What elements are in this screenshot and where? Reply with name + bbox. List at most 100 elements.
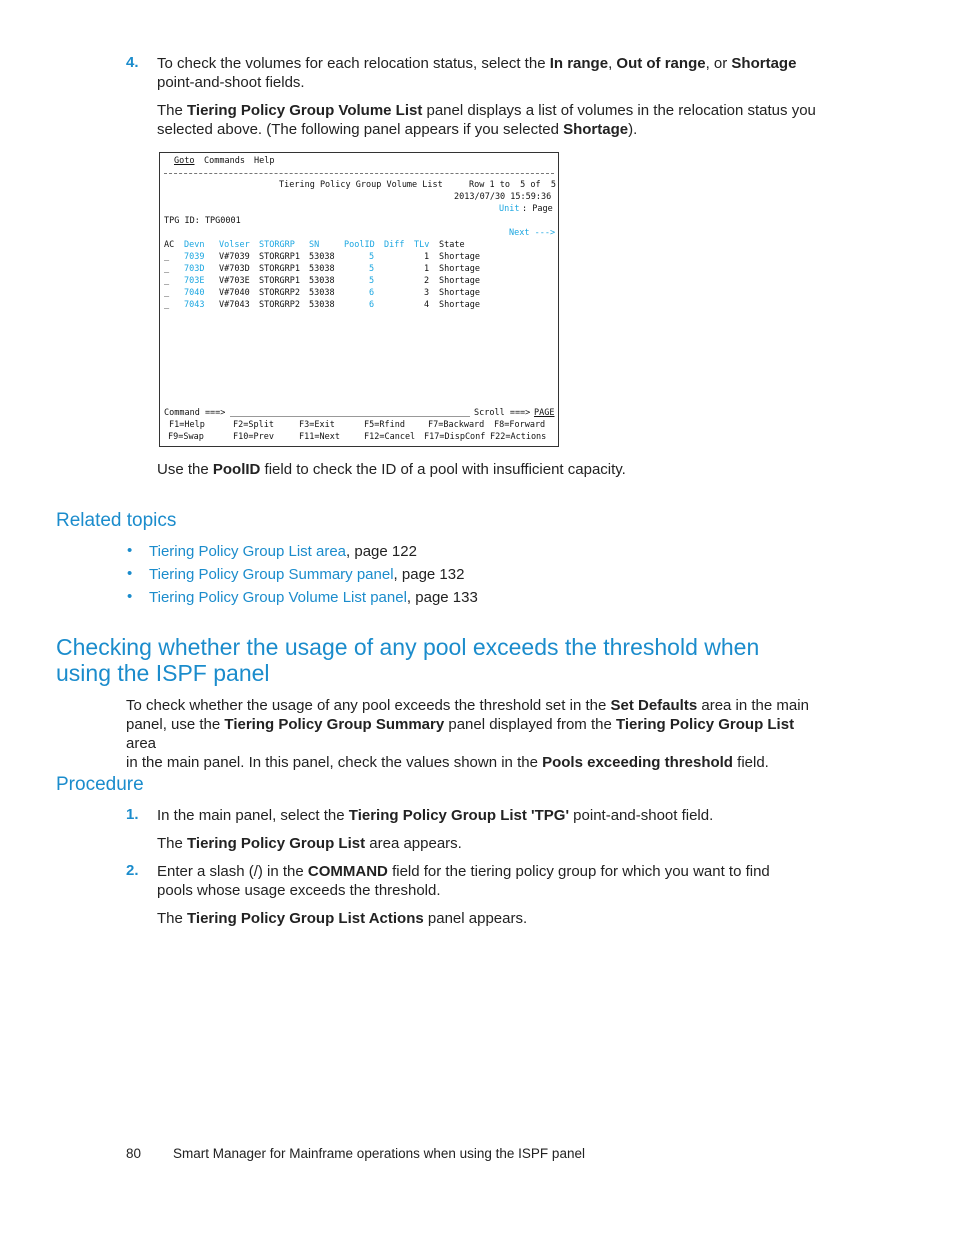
cell-devn: 7043 [184,300,205,310]
cell-storgrp: STORGRP2 [259,300,300,310]
cell-poolid: 5 [369,252,375,262]
cell-devn: 7039 [184,252,205,262]
cell-volser: V#703E [219,276,250,286]
cell-ac[interactable]: _ [164,288,169,298]
cell-state: Shortage [439,300,480,310]
step-number: 4. [126,54,139,71]
function-key[interactable]: F5=Rfind [364,420,405,430]
step1-result: The Tiering Policy Group List area appea… [157,835,462,852]
cell-ac[interactable]: _ [164,252,169,262]
column-header-devn: Devn [184,240,205,250]
column-header-tlv: TLv [414,240,430,250]
function-key[interactable]: F2=Split [233,420,274,430]
page-number: 80 [126,1146,142,1161]
related-topic-item: Tiering Policy Group Volume List panel, … [149,588,478,607]
bullet-icon: • [127,542,133,559]
cell-volser: V#7039 [219,252,250,262]
command-label: Command ===> [164,408,226,418]
row-info: Row 1 to 5 of 5 [469,180,556,190]
cell-devn: 703E [184,276,205,286]
cell-sn: 53038 [309,288,335,298]
scroll-label: Scroll ===> [474,408,531,418]
related-topic-link[interactable]: Tiering Policy Group Volume List panel [149,589,407,606]
cell-state: Shortage [439,288,480,298]
related-topic-link[interactable]: Tiering Policy Group Summary panel [149,566,394,583]
cell-poolid: 5 [369,276,375,286]
cell-storgrp: STORGRP2 [259,288,300,298]
datetime: 2013/07/30 15:59:36 [454,192,552,202]
function-key[interactable]: F7=Backward [428,420,484,430]
cell-poolid: 6 [369,300,375,310]
related-topic-item: Tiering Policy Group List area, page 122 [149,542,417,561]
page-ref: , page 133 [406,589,478,606]
column-header-volser: Volser [219,240,250,250]
function-key[interactable]: F3=Exit [299,420,335,430]
panel-title: Tiering Policy Group Volume List [279,180,443,190]
poolid-note: Use the PoolID field to check the ID of … [157,461,626,478]
related-topic-link[interactable]: Tiering Policy Group List area [149,543,346,560]
cell-tlv: 2 [424,276,430,286]
cell-tlv: 4 [424,300,430,310]
step-number: 2. [126,862,139,879]
cell-state: Shortage [439,264,480,274]
cell-state: Shortage [439,276,480,286]
column-header-sn: SN [309,240,320,250]
ispf-panel-screenshot: Goto Commands Help Tiering Policy Group … [159,152,559,447]
function-key[interactable]: F1=Help [169,420,205,430]
cell-volser: V#703D [219,264,250,274]
step-number: 1. [126,806,139,823]
menu-help[interactable]: Help [254,156,274,166]
cell-ac[interactable]: _ [164,264,169,274]
function-key[interactable]: F10=Prev [233,432,274,442]
cell-storgrp: STORGRP1 [259,276,300,286]
column-header-state: State [439,240,465,250]
command-input[interactable] [230,416,470,417]
footer-title: Smart Manager for Mainframe operations w… [173,1146,585,1161]
section-intro: To check whether the usage of any pool e… [126,697,809,771]
bullet-icon: • [127,588,133,605]
cell-storgrp: STORGRP1 [259,252,300,262]
step4-text: To check the volumes for each relocation… [157,55,797,91]
menu-goto[interactable]: Goto [174,156,194,166]
step2-text: Enter a slash (/) in the COMMAND field f… [157,863,770,899]
tpg-id: TPG ID: TPG0001 [164,216,241,226]
unit-label[interactable]: Unit [499,204,519,214]
cell-poolid: 5 [369,264,375,274]
unit-value: : Page [522,204,553,214]
step2-result: The Tiering Policy Group List Actions pa… [157,910,528,927]
section-title: Checking whether the usage of any pool e… [56,634,760,686]
cell-devn: 7040 [184,288,205,298]
cell-volser: V#7043 [219,300,250,310]
cell-state: Shortage [439,252,480,262]
menu-commands[interactable]: Commands [204,156,245,166]
cell-tlv: 3 [424,288,430,298]
cell-volser: V#7040 [219,288,250,298]
cell-sn: 53038 [309,276,335,286]
column-header-diff: Diff [384,240,405,250]
function-key[interactable]: F9=Swap [168,432,204,442]
cell-tlv: 1 [424,264,430,274]
function-key[interactable]: F12=Cancel [364,432,415,442]
cell-sn: 53038 [309,252,335,262]
divider [164,173,554,174]
function-key[interactable]: F8=Forward [494,420,545,430]
function-key[interactable]: F22=Actions [490,432,546,442]
function-key[interactable]: F17=DispConf [424,432,485,442]
cell-devn: 703D [184,264,205,274]
document-page: 4. To check the volumes for each relocat… [0,0,954,1235]
related-topic-item: Tiering Policy Group Summary panel, page… [149,565,464,584]
cell-tlv: 1 [424,252,430,262]
cell-storgrp: STORGRP1 [259,264,300,274]
cell-ac[interactable]: _ [164,300,169,310]
bullet-icon: • [127,565,133,582]
scroll-value[interactable]: PAGE [534,408,554,418]
function-key[interactable]: F11=Next [299,432,340,442]
step1-text: In the main panel, select the Tiering Po… [157,807,714,824]
related-topics-heading: Related topics [56,510,177,531]
cell-poolid: 6 [369,288,375,298]
column-header-storgrp: STORGRP [259,240,295,250]
page-ref: , page 122 [346,543,417,560]
cell-ac[interactable]: _ [164,276,169,286]
step4-result: The Tiering Policy Group Volume List pan… [157,102,816,138]
next-link[interactable]: Next ---> [509,228,555,238]
